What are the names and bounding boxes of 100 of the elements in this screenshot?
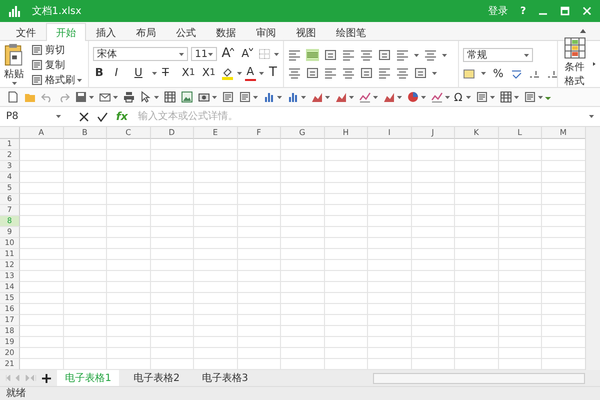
column-header[interactable]: B bbox=[64, 127, 107, 139]
table-cell bbox=[20, 348, 64, 359]
close-icon[interactable] bbox=[582, 6, 592, 16]
table-cell bbox=[107, 161, 150, 172]
align-middle-icon[interactable] bbox=[306, 49, 319, 61]
column-header[interactable]: C bbox=[107, 127, 150, 139]
table-cell bbox=[368, 293, 412, 304]
table-cell bbox=[107, 139, 150, 150]
checkmark-icon[interactable] bbox=[97, 112, 108, 122]
ribbon-tab[interactable]: 审阅 bbox=[246, 24, 286, 40]
vertical-scrollbar[interactable] bbox=[585, 127, 600, 370]
align-top-icon[interactable] bbox=[288, 49, 301, 61]
column-header[interactable]: G bbox=[281, 127, 324, 139]
pie-chart-icon[interactable] bbox=[407, 91, 419, 103]
align-left-icon[interactable] bbox=[288, 67, 301, 79]
column-chart-icon[interactable] bbox=[287, 91, 299, 103]
save-icon[interactable] bbox=[75, 91, 87, 103]
insert-function-button[interactable]: fx bbox=[116, 110, 128, 123]
table-cell bbox=[107, 172, 150, 183]
mountain-chart-icon[interactable] bbox=[383, 91, 395, 103]
text-box-icon[interactable] bbox=[476, 91, 488, 103]
copy-button[interactable]: 复制 bbox=[28, 58, 82, 72]
ribbon-tab[interactable]: 文件 bbox=[6, 24, 46, 40]
table-cell bbox=[194, 326, 238, 337]
underline-button[interactable]: U bbox=[132, 66, 150, 80]
formula-input[interactable]: 输入文本或公式详情。 bbox=[136, 110, 581, 123]
table-cell bbox=[64, 304, 107, 315]
paste-button[interactable]: 粘贴 bbox=[4, 43, 24, 85]
table-cell bbox=[368, 348, 412, 359]
table-cell bbox=[498, 315, 542, 326]
number-format-dropdown[interactable]: 常规 bbox=[463, 48, 533, 62]
more-icon[interactable] bbox=[545, 94, 552, 100]
scatter-chart-icon[interactable] bbox=[431, 91, 443, 103]
restore-icon[interactable] bbox=[560, 6, 570, 16]
camera-icon[interactable] bbox=[198, 91, 210, 103]
name-box[interactable]: P8 bbox=[6, 111, 61, 122]
column-header[interactable]: A bbox=[20, 127, 64, 139]
wrap-text-icon[interactable] bbox=[360, 49, 373, 61]
shrink-font-button[interactable]: A bbox=[239, 47, 255, 61]
line-chart-icon[interactable] bbox=[359, 91, 371, 103]
horizontal-scrollbar[interactable] bbox=[373, 372, 585, 384]
column-header[interactable]: E bbox=[194, 127, 238, 139]
table-cell bbox=[412, 293, 455, 304]
printer-icon[interactable] bbox=[123, 91, 135, 103]
cut-button[interactable]: 剪切 bbox=[28, 43, 82, 57]
image-icon[interactable] bbox=[181, 91, 193, 103]
bar-chart-icon[interactable] bbox=[263, 91, 275, 103]
table-cell bbox=[238, 260, 281, 271]
table-cell bbox=[368, 326, 412, 337]
new-file-icon[interactable] bbox=[7, 91, 19, 103]
ribbon-tab[interactable]: 插入 bbox=[86, 24, 126, 40]
column-header[interactable]: H bbox=[324, 127, 368, 139]
percent-button[interactable]: % bbox=[491, 67, 506, 80]
clear-format-button[interactable]: T bbox=[267, 66, 279, 80]
ribbon-tab[interactable]: 数据 bbox=[206, 24, 246, 40]
table-cell bbox=[20, 205, 64, 216]
column-header[interactable]: K bbox=[455, 127, 498, 139]
mail-icon[interactable] bbox=[99, 91, 111, 103]
strikethrough-button[interactable]: T bbox=[160, 66, 177, 80]
area-chart-icon[interactable] bbox=[311, 91, 323, 103]
thousands-separator-icon[interactable] bbox=[510, 68, 524, 80]
table-cell bbox=[194, 337, 238, 348]
table-cell bbox=[412, 216, 455, 227]
ribbon-tab[interactable]: 布局 bbox=[126, 24, 166, 40]
column-header[interactable]: J bbox=[412, 127, 455, 139]
table-cell bbox=[150, 304, 194, 315]
font-name-dropdown[interactable]: 宋体 bbox=[93, 47, 188, 61]
table-cell bbox=[412, 227, 455, 238]
ribbon-tab[interactable]: 视图 bbox=[286, 24, 326, 40]
cancel-icon[interactable] bbox=[79, 112, 89, 122]
table-cell bbox=[498, 227, 542, 238]
bold-button[interactable]: B bbox=[93, 66, 110, 80]
fill-color-icon[interactable] bbox=[220, 66, 234, 80]
ribbon-tab[interactable]: 绘图笔 bbox=[326, 24, 376, 40]
format-painter-button[interactable]: 格式刷 bbox=[28, 73, 82, 87]
symbol-button[interactable]: Ω bbox=[452, 90, 464, 104]
grow-font-button[interactable]: A bbox=[220, 47, 236, 61]
sheet-tab[interactable]: 电子表格3 bbox=[194, 370, 256, 386]
table-cell bbox=[150, 337, 194, 348]
italic-button[interactable]: I bbox=[112, 66, 130, 80]
column-header[interactable]: D bbox=[150, 127, 194, 139]
table-cell bbox=[368, 337, 412, 348]
cursor-icon[interactable] bbox=[140, 91, 152, 103]
table-cell bbox=[150, 194, 194, 205]
add-sheet-icon[interactable] bbox=[42, 374, 51, 382]
align-right-icon[interactable] bbox=[324, 67, 337, 79]
column-header[interactable]: I bbox=[368, 127, 412, 139]
font-size-dropdown[interactable]: 11 bbox=[190, 47, 217, 61]
table-icon[interactable] bbox=[164, 91, 176, 103]
column-header[interactable]: L bbox=[498, 127, 542, 139]
font-color-button[interactable]: A bbox=[244, 65, 256, 81]
ribbon-tab[interactable]: 公式 bbox=[166, 24, 206, 40]
radar-chart-icon[interactable] bbox=[335, 91, 347, 103]
table-cell bbox=[194, 172, 238, 183]
collapse-ribbon-icon[interactable] bbox=[580, 29, 586, 33]
scroll-right-icon[interactable] bbox=[593, 61, 596, 67]
currency-icon[interactable] bbox=[463, 68, 476, 80]
sheet-tab[interactable]: 电子表格2 bbox=[125, 370, 188, 386]
column-header[interactable]: F bbox=[238, 127, 281, 139]
column-header[interactable]: M bbox=[542, 127, 585, 139]
